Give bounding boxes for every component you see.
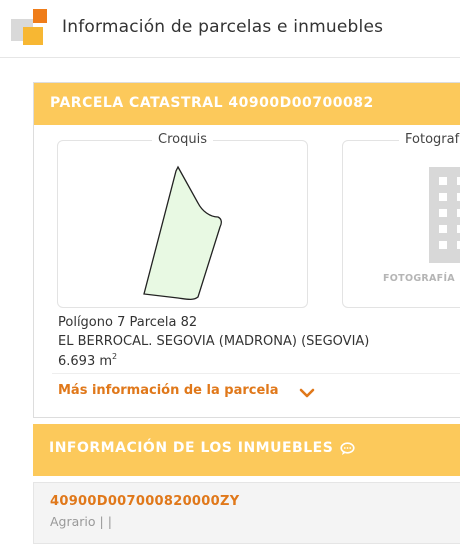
catastro-logo	[11, 9, 47, 47]
page-title: Información de parcelas e inmuebles	[62, 17, 384, 37]
app-header: Información de parcelas e inmuebles	[0, 0, 460, 58]
croquis-panel[interactable]: Croquis	[57, 132, 309, 309]
chevron-down-icon[interactable]	[299, 386, 315, 400]
parcel-shape	[143, 165, 222, 301]
fotografia-label: Fotografía	[399, 132, 460, 147]
parcela-card-header: PARCELA CATASTRAL 40900D00700082	[34, 83, 460, 125]
superficie: 6.693 m2	[58, 352, 117, 369]
more-info-link[interactable]: Más información de la parcela	[58, 383, 279, 398]
parcela-heading: PARCELA CATASTRAL 40900D00700082	[50, 95, 374, 111]
localidad: EL BERROCAL. SEGOVIA (MADRONA) (SEGOVIA)	[58, 334, 370, 349]
inmueble-detail: Agrario | |	[50, 514, 112, 529]
fotografia-placeholder: FOTOGRAFÍA	[383, 273, 455, 284]
fotografia-panel[interactable]: Fotografía FOTOGRAFÍA	[342, 132, 460, 308]
poligono-parcela: Polígono 7 Parcela 82	[58, 315, 198, 330]
parcel-sketch[interactable]	[58, 141, 309, 309]
superficie-value: 6.693 m	[58, 354, 113, 369]
divider	[52, 373, 460, 374]
building-icon	[429, 167, 460, 263]
inmuebles-header: INFORMACIÓN DE LOS INMUEBLES	[33, 424, 460, 476]
inmuebles-heading: INFORMACIÓN DE LOS INMUEBLES	[49, 440, 334, 456]
inmueble-item[interactable]: 40900D007000820000ZY Agrario | |	[33, 482, 460, 544]
inmueble-ref-link[interactable]: 40900D007000820000ZY	[50, 494, 239, 509]
chat-icon[interactable]	[340, 442, 355, 456]
parcela-card: PARCELA CATASTRAL 40900D00700082 Croquis…	[33, 82, 460, 418]
superficie-exponent: 2	[112, 352, 118, 361]
